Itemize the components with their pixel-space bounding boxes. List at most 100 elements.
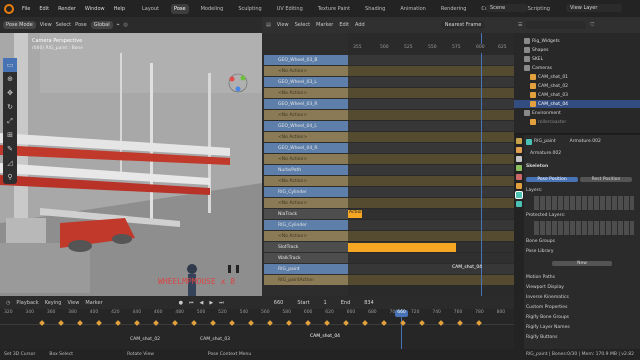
- end-frame-field[interactable]: 834: [360, 298, 378, 307]
- transform-orientation[interactable]: Global: [90, 21, 113, 29]
- nla-editor[interactable]: GEO_Wheel_03_B <No Action> GEO_Wheel_03_L <…: [262, 33, 514, 296]
- nla-track-label[interactable]: NlaTrack: [264, 209, 348, 219]
- blender-logo-icon[interactable]: [4, 3, 14, 14]
- outliner-item[interactable]: CAM_shot_03: [514, 91, 640, 99]
- view-layer-selector[interactable]: View Layer: [566, 4, 622, 12]
- outliner-item[interactable]: rollercoaster: [514, 118, 640, 126]
- nla-track-label[interactable]: RIG_paint: [264, 264, 348, 274]
- nla-menu-edit[interactable]: Edit: [339, 22, 349, 28]
- menu-window[interactable]: Window: [85, 6, 105, 12]
- nla-track-label[interactable]: GEO_Wheel_03_B: [264, 55, 348, 65]
- jump-start-icon[interactable]: ⏮: [189, 300, 194, 306]
- outliner-item[interactable]: Cameras: [514, 64, 640, 72]
- filter-icon[interactable]: ⛉: [590, 22, 594, 28]
- nla-track-band[interactable]: [348, 77, 514, 87]
- nla-track-label[interactable]: GEO_Wheel_04_L: [264, 121, 348, 131]
- rotate-icon[interactable]: ↻: [3, 100, 17, 114]
- nla-track-band[interactable]: [348, 176, 514, 186]
- nla-track-band[interactable]: [348, 121, 514, 131]
- nla-track-band[interactable]: [348, 110, 514, 120]
- timeline-marker[interactable]: CAM_shot_02: [130, 337, 160, 342]
- timeline-frame-indicator[interactable]: 660: [395, 310, 408, 317]
- world-tab-icon[interactable]: [516, 174, 522, 180]
- proportional-icon[interactable]: ◎: [123, 22, 127, 28]
- scene-tab-icon[interactable]: [516, 165, 522, 171]
- nla-track-row[interactable]: <No Action>: [262, 198, 514, 209]
- timeline-menu-view[interactable]: View: [67, 300, 79, 306]
- bone-groups-panel[interactable]: Bone Groups: [526, 237, 638, 246]
- nla-track-row[interactable]: WalkTrack: [262, 253, 514, 264]
- nla-track-row[interactable]: RIG_paintAction: [262, 275, 514, 286]
- nla-ruler[interactable]: 355 500 525 550 575 600 625: [348, 44, 514, 53]
- nla-track-label[interactable]: WalkTrack: [264, 253, 348, 263]
- nla-marker-label[interactable]: CAM_shot_04: [452, 265, 482, 270]
- measure-icon[interactable]: ◿: [3, 156, 17, 170]
- snap-icon[interactable]: ⌖: [117, 22, 120, 28]
- current-frame-field[interactable]: 660: [269, 298, 288, 307]
- protected-layers-grid[interactable]: [534, 221, 634, 235]
- nla-track-label[interactable]: RIG_Cylinder: [264, 220, 348, 230]
- outliner-item[interactable]: Rig_Widgets: [514, 37, 640, 45]
- menu-help[interactable]: Help: [114, 6, 125, 12]
- scene-selector[interactable]: Scene: [486, 4, 528, 12]
- tab-rendering[interactable]: Rendering: [438, 4, 470, 14]
- nla-track-label[interactable]: GEO_Wheel_03_L: [264, 77, 348, 87]
- viewport-menu-select[interactable]: Select: [56, 22, 71, 28]
- object-tab-icon[interactable]: [516, 183, 522, 189]
- scale-icon[interactable]: ⤢: [3, 114, 17, 128]
- move-icon[interactable]: ✥: [3, 86, 17, 100]
- nla-track-row[interactable]: GEO_Wheel_03_R: [262, 99, 514, 110]
- nla-track-band[interactable]: [348, 231, 514, 241]
- properties-section[interactable]: Rigify Buttons: [526, 333, 638, 342]
- nla-menu-marker[interactable]: Marker: [316, 22, 333, 28]
- start-frame-field[interactable]: 1: [319, 298, 331, 307]
- outliner-item[interactable]: CAM_shot_04: [514, 100, 640, 108]
- properties-section[interactable]: Rigify Layer Names: [526, 323, 638, 332]
- pose-position-button[interactable]: Pose Position: [526, 177, 578, 182]
- properties-section[interactable]: Rigify Bone Groups: [526, 313, 638, 322]
- nla-track-band[interactable]: [348, 187, 514, 197]
- mode-selector[interactable]: Pose Mode: [3, 21, 36, 29]
- nla-track-row[interactable]: NurbsPath: [262, 165, 514, 176]
- outliner[interactable]: Rig_Widgets Shapes SKEL Cameras CAM_shot_01 C…: [514, 33, 640, 133]
- nla-track-row[interactable]: RIG_Cylinder: [262, 220, 514, 231]
- nla-track-band[interactable]: [348, 275, 514, 285]
- pose-tool-icon[interactable]: ⚲: [3, 170, 17, 184]
- nla-track-row[interactable]: GEO_Wheel_04_L: [262, 121, 514, 132]
- nla-track-label[interactable]: <No Action>: [264, 176, 348, 186]
- menu-edit[interactable]: Edit: [39, 6, 49, 12]
- tab-pose[interactable]: Pose: [171, 3, 189, 14]
- properties-section[interactable]: Custom Properties: [526, 303, 638, 312]
- nla-menu-view[interactable]: View: [277, 22, 289, 28]
- tab-modeling[interactable]: Modeling: [198, 4, 227, 14]
- outliner-item[interactable]: Shapes: [514, 46, 640, 54]
- viewport-menu-pose[interactable]: Pose: [75, 22, 87, 28]
- nla-track-band[interactable]: [348, 264, 514, 274]
- render-tab-icon[interactable]: [516, 147, 522, 153]
- nla-editor-icon[interactable]: ▤: [266, 22, 271, 28]
- nla-track-row[interactable]: <No Action>: [262, 132, 514, 143]
- cursor-icon[interactable]: ⊕: [3, 72, 17, 86]
- nla-track-band[interactable]: [348, 198, 514, 208]
- outliner-item[interactable]: CAM_shot_02: [514, 82, 640, 90]
- timeline-editor-icon[interactable]: ◷: [6, 300, 10, 306]
- play-icon[interactable]: ▶: [209, 300, 213, 306]
- outliner-item[interactable]: CAM_shot_01: [514, 73, 640, 81]
- nla-track-row[interactable]: NlaTrack: [262, 209, 514, 220]
- output-tab-icon[interactable]: [516, 156, 522, 162]
- outliner-search[interactable]: [526, 21, 587, 29]
- pose-library-panel[interactable]: Pose Library: [526, 247, 638, 256]
- nla-track-row[interactable]: <No Action>: [262, 66, 514, 77]
- properties-section[interactable]: Viewport Display: [526, 283, 638, 292]
- bone-tab-icon[interactable]: [516, 201, 522, 207]
- tab-scripting[interactable]: Scripting: [525, 4, 553, 14]
- tab-sculpting[interactable]: Sculpting: [235, 4, 264, 14]
- 3d-viewport[interactable]: Camera Perspective (660) RIG_paint : Bon…: [0, 33, 262, 296]
- transform-icon[interactable]: ⊞: [3, 128, 17, 142]
- nla-track-band[interactable]: [348, 55, 514, 65]
- nla-track-label[interactable]: NurbsPath: [264, 165, 348, 175]
- nla-track-band[interactable]: [348, 154, 514, 164]
- timeline-marker[interactable]: CAM_shot_03: [200, 337, 230, 342]
- jump-end-icon[interactable]: ⏭: [219, 300, 224, 306]
- nla-track-band[interactable]: [348, 132, 514, 142]
